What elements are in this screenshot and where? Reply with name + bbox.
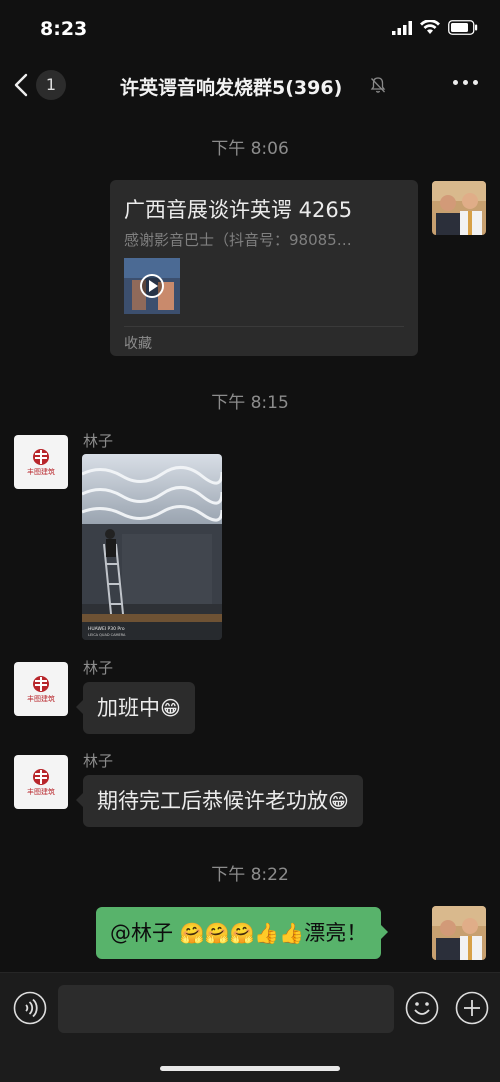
shared-video-card[interactable]: 广西音展谈许英谔 4265 感谢影音巴士（抖音号：98085… 收藏	[110, 180, 418, 356]
svg-text:丰图建筑: 丰图建筑	[27, 787, 55, 796]
voice-icon	[13, 991, 47, 1025]
grin-emoji-icon: 😁	[160, 696, 181, 720]
mention-text: @林子	[110, 921, 173, 945]
emoji-icon	[405, 991, 439, 1025]
company-logo-icon: 丰图建筑	[27, 449, 55, 476]
status-time: 8:23	[40, 18, 88, 40]
card-source-label: 收藏	[124, 336, 152, 352]
company-logo-icon: 丰图建筑	[27, 769, 55, 796]
sender-name: 林子	[83, 752, 114, 770]
plus-icon	[455, 991, 489, 1025]
my-avatar[interactable]	[432, 181, 486, 235]
timestamp: 下午 8:06	[211, 139, 289, 159]
back-button[interactable]: 1	[14, 70, 66, 100]
more-options-button[interactable]	[453, 80, 478, 85]
card-divider	[124, 326, 404, 327]
svg-text:LEICA QUAD CAMERA: LEICA QUAD CAMERA	[88, 633, 126, 637]
my-avatar[interactable]	[432, 906, 486, 960]
message-text: 加班中	[97, 696, 160, 720]
message-bubble[interactable]: 加班中😁	[76, 682, 195, 734]
timestamp: 下午 8:15	[211, 393, 289, 413]
company-logo-icon: 丰图建筑	[27, 676, 55, 703]
battery-icon	[448, 20, 478, 35]
wifi-icon	[420, 20, 440, 34]
message-text: 漂亮！	[304, 921, 368, 945]
sender-avatar[interactable]: 丰图建筑	[14, 755, 68, 809]
unread-count-badge: 1	[36, 70, 66, 100]
home-indicator	[160, 1066, 340, 1071]
hug-thumbs-emoji-icon: 🤗🤗🤗👍👍	[179, 921, 305, 945]
chevron-left-icon	[14, 73, 28, 97]
nav-bar: 1 许英谔音响发烧群5(396)	[0, 56, 500, 116]
status-bar: 8:23	[0, 0, 500, 56]
sender-name: 林子	[83, 432, 114, 450]
svg-text:HUAWEI P30 Pro: HUAWEI P30 Pro	[88, 626, 125, 632]
photo-message[interactable]: HUAWEI P30 Pro LEICA QUAD CAMERA	[82, 454, 222, 640]
emoji-button[interactable]	[405, 991, 439, 1029]
card-thumbnail	[124, 258, 180, 314]
card-description: 感谢影音巴士（抖音号：98085…	[124, 231, 352, 249]
bell-muted-icon	[370, 77, 386, 93]
grin-emoji-icon: 😁	[328, 789, 349, 813]
sender-avatar[interactable]: 丰图建筑	[14, 435, 68, 489]
message-text: 期待完工后恭候许老功放	[97, 789, 328, 813]
message-bubble[interactable]: 期待完工后恭候许老功放😁	[76, 775, 363, 827]
chat-title: 许英谔音响发烧群5(396)	[120, 77, 343, 99]
voice-input-button[interactable]	[13, 991, 47, 1029]
sender-avatar[interactable]: 丰图建筑	[14, 662, 68, 716]
timestamp: 下午 8:22	[211, 865, 289, 885]
cellular-signal-icon	[392, 20, 412, 35]
play-icon	[149, 280, 158, 292]
svg-text:丰图建筑: 丰图建筑	[27, 467, 55, 476]
card-title: 广西音展谈许英谔 4265	[124, 198, 353, 222]
status-icons	[392, 20, 478, 35]
message-input[interactable]	[58, 985, 394, 1033]
my-message-bubble[interactable]: @林子 🤗🤗🤗👍👍漂亮！	[96, 907, 389, 959]
sender-name: 林子	[83, 659, 114, 677]
more-dots-icon	[453, 80, 458, 85]
svg-text:丰图建筑: 丰图建筑	[27, 694, 55, 703]
more-actions-button[interactable]	[455, 991, 489, 1029]
